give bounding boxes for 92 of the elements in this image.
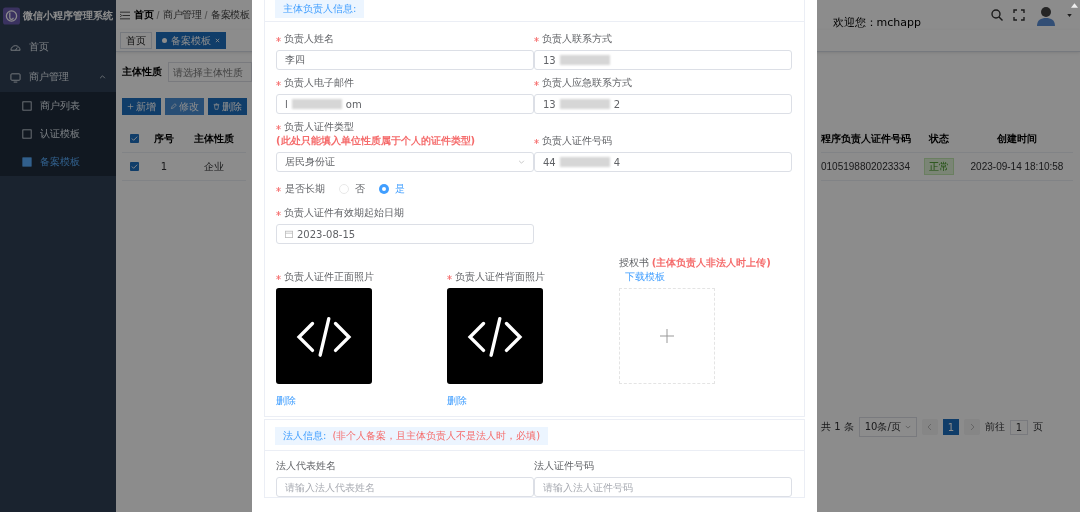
code-image[interactable]	[447, 288, 544, 384]
field-note: (此处只能填入单位性质属于个人的证件类型)	[276, 134, 476, 148]
nature-select[interactable]: 请选择主体性质	[168, 62, 252, 82]
table-cell-text: 2023-09-14 18:10:58	[969, 161, 1065, 172]
input-field[interactable]: 请输入法人代表姓名	[276, 477, 534, 497]
fullscreen-icon[interactable]	[1013, 9, 1025, 21]
page-input[interactable]: 1	[1009, 419, 1029, 435]
breadcrumb-item: 备案模板	[211, 8, 249, 22]
page-button[interactable]: 1	[942, 419, 959, 435]
chevron-icon	[518, 160, 525, 164]
column-header: 主体性质	[193, 131, 235, 146]
radio-circle-icon	[379, 184, 389, 194]
sidebar-item[interactable]: 认证模板	[0, 120, 116, 148]
menu-icon[interactable]	[120, 10, 130, 20]
delete-link[interactable]: 删除	[276, 394, 296, 408]
input-field[interactable]: l om	[276, 94, 534, 114]
sidebar-item[interactable]: 备案模板	[0, 148, 116, 176]
download-template-link[interactable]: 下载模板	[624, 270, 665, 284]
page-size-select[interactable]: 10条/页	[858, 417, 917, 437]
scrollbar-arrow-icon[interactable]	[1071, 3, 1078, 8]
table-cell-text: 企业	[203, 159, 225, 174]
checkbox[interactable]	[129, 134, 139, 143]
table-cell-text: 0105198802023334	[821, 161, 911, 172]
input-field[interactable]: 请输入法人证件号码	[534, 477, 792, 497]
trash-icon	[213, 103, 220, 110]
field-label: 是否长期	[285, 182, 325, 196]
field-label: 负责人证件号码	[542, 134, 612, 148]
welcome-text: 欢迎您：mchapp	[832, 14, 921, 30]
status-tag: 正常	[924, 157, 954, 175]
search-icon[interactable]	[991, 9, 1003, 21]
total-count: 共 1 条	[821, 420, 854, 434]
field-label: 负责人证件类型	[284, 120, 354, 134]
slash-icon	[156, 11, 160, 19]
close-icon[interactable]	[215, 38, 220, 43]
avatar-icon[interactable]	[1035, 4, 1057, 26]
sidebar-item[interactable]: 商户管理	[0, 62, 116, 92]
plus-icon	[659, 329, 674, 343]
breadcrumb-item[interactable]: 首页	[134, 8, 153, 22]
square-icon	[22, 101, 32, 111]
column-header: 状态	[927, 131, 950, 146]
page-tab[interactable]: 首页	[120, 32, 152, 49]
edit-button[interactable]: 修改	[165, 98, 204, 115]
column-header: 序号	[153, 131, 175, 146]
radio-option[interactable]: 否	[339, 182, 365, 196]
monitor-icon	[10, 71, 21, 83]
section-tag: 主体负责人信息:	[275, 0, 365, 18]
page-suffix: 页	[1033, 420, 1044, 434]
delete-button[interactable]: 删除	[208, 98, 247, 115]
page-tab[interactable]: 备案模板	[156, 32, 226, 49]
field-label: 负责人联系方式	[542, 32, 612, 46]
date-picker[interactable]: 2023-08-15	[276, 224, 534, 244]
id-type-select[interactable]: 居民身份证	[276, 152, 534, 172]
chevron-icon	[99, 75, 106, 79]
field-label: 负责人姓名	[284, 32, 334, 46]
input-field[interactable]: 李四	[276, 50, 534, 70]
field-note: (主体负责人非法人时上传)	[651, 256, 771, 270]
column-header: 创建时间	[996, 131, 1038, 146]
chevron-icon	[904, 425, 911, 429]
sidebar-item[interactable]: 首页	[0, 32, 116, 62]
table-cell-text: 1	[159, 161, 169, 172]
field-label: 负责人证件正面照片	[284, 270, 374, 284]
filter-label: 主体性质	[122, 65, 162, 79]
breadcrumb-item: 商户管理	[163, 8, 201, 22]
field-label: 法人代表姓名	[276, 459, 336, 473]
checkbox[interactable]	[129, 162, 139, 171]
field-label: 法人证件号码	[534, 459, 594, 473]
caret-icon[interactable]	[1067, 13, 1072, 17]
field-label: 负责人应急联系方式	[542, 76, 632, 90]
radio-option[interactable]: 是	[379, 182, 405, 196]
delete-link[interactable]: 删除	[447, 394, 468, 408]
column-header: 程序负责人证件号码	[821, 131, 912, 146]
logo-icon	[3, 7, 20, 25]
square-icon	[22, 129, 32, 139]
code-image[interactable]	[276, 288, 372, 384]
slash-icon	[204, 11, 208, 19]
goto-label: 前往	[984, 420, 1005, 434]
field-label: 负责人证件有效期起始日期	[284, 206, 404, 220]
plus-icon	[127, 103, 134, 110]
app-title: 微信小程序管理系统	[23, 9, 113, 23]
pencil-icon	[170, 103, 177, 110]
calendar-icon	[285, 230, 293, 238]
sidebar-item[interactable]: 商户列表	[0, 92, 116, 120]
field-label: 负责人电子邮件	[284, 76, 354, 90]
add-button[interactable]: 新增	[122, 98, 161, 115]
section-tag: 法人信息: (非个人备案，且主体负责人不是法人时，必填)	[275, 427, 549, 445]
dot-icon	[162, 38, 167, 43]
square-icon	[22, 157, 32, 167]
input-field[interactable]: 13 2	[534, 94, 792, 114]
input-field[interactable]: 44 4	[534, 152, 792, 172]
field-label: 负责人证件背面照片	[455, 270, 546, 284]
input-field[interactable]: 13	[534, 50, 792, 70]
field-label: 授权书	[618, 256, 649, 270]
